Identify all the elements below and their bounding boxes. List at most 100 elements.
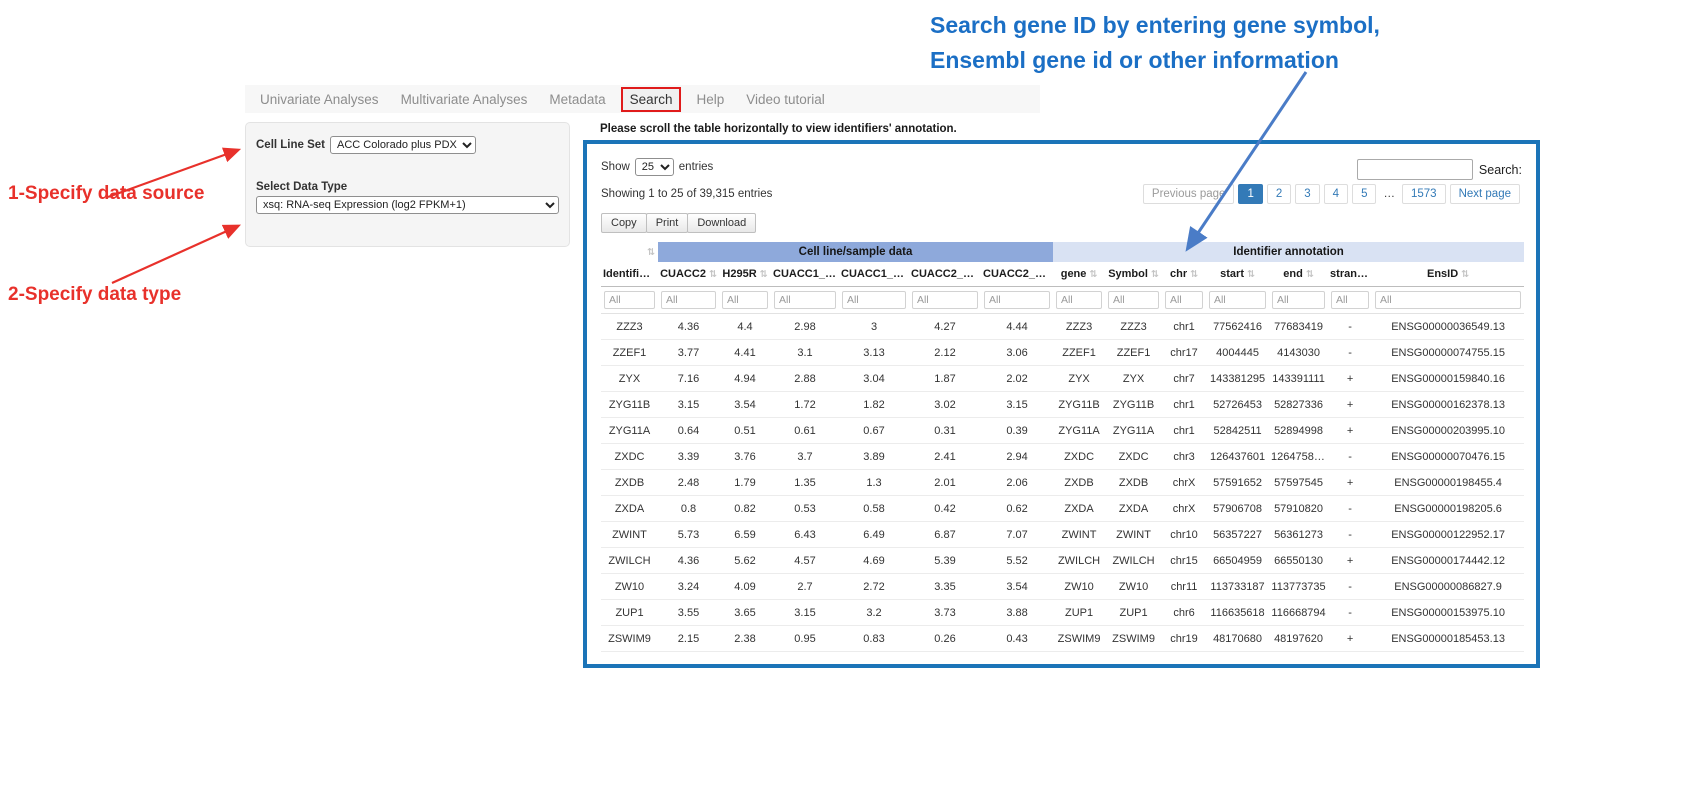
filter-input-identifier[interactable] xyxy=(604,291,655,309)
table-cell: 1.35 xyxy=(771,470,839,496)
nav-item-univariate-analyses[interactable]: Univariate Analyses xyxy=(249,92,390,107)
column-header-chr[interactable]: chr⇅ xyxy=(1162,262,1206,287)
table-row[interactable]: ZZEF13.774.413.13.132.123.06ZZEF1ZZEF1ch… xyxy=(601,340,1524,366)
results-table: ⇅ Cell line/sample data Identifier annot… xyxy=(601,242,1524,652)
nav-item-metadata[interactable]: Metadata xyxy=(538,92,616,107)
table-row[interactable]: ZUP13.553.653.153.23.733.88ZUP1ZUP1chr61… xyxy=(601,600,1524,626)
table-cell: 3.89 xyxy=(839,444,909,470)
table-row[interactable]: ZXDA0.80.820.530.580.420.62ZXDAZXDAchrX5… xyxy=(601,496,1524,522)
table-cell: 1.3 xyxy=(839,470,909,496)
page-length-select[interactable]: 25 xyxy=(635,158,674,176)
print-button[interactable]: Print xyxy=(646,213,689,233)
filter-input-chr[interactable] xyxy=(1165,291,1203,309)
column-header-symbol[interactable]: Symbol⇅ xyxy=(1105,262,1162,287)
table-cell: 5.62 xyxy=(719,548,771,574)
table-cell: 113773735 xyxy=(1269,574,1328,600)
table-cell: + xyxy=(1328,392,1372,418)
table-row[interactable]: ZW103.244.092.72.723.353.54ZW10ZW10chr11… xyxy=(601,574,1524,600)
table-cell: 66550130 xyxy=(1269,548,1328,574)
table-cell: 3.77 xyxy=(658,340,719,366)
corner-sort-cell[interactable]: ⇅ xyxy=(601,242,658,262)
table-cell: + xyxy=(1328,626,1372,652)
table-cell: 3.73 xyxy=(909,600,981,626)
table-cell: chr7 xyxy=(1162,366,1206,392)
pagination-page-4[interactable]: 4 xyxy=(1324,184,1348,204)
column-header-end[interactable]: end⇅ xyxy=(1269,262,1328,287)
filter-input-cuacc2[interactable] xyxy=(661,291,716,309)
nav-item-help[interactable]: Help xyxy=(685,92,735,107)
data-type-select[interactable]: xsq: RNA-seq Expression (log2 FPKM+1) xyxy=(256,196,559,214)
table-row[interactable]: ZSWIM92.152.380.950.830.260.43ZSWIM9ZSWI… xyxy=(601,626,1524,652)
table-search-input[interactable] xyxy=(1357,159,1473,180)
filter-input-h295r[interactable] xyxy=(722,291,768,309)
table-cell: 56357227 xyxy=(1206,522,1269,548)
table-cell: 0.83 xyxy=(839,626,909,652)
group-header-sample: Cell line/sample data xyxy=(658,242,1053,262)
table-row[interactable]: ZXDC3.393.763.73.892.412.94ZXDCZXDCchr31… xyxy=(601,444,1524,470)
table-cell: 143381295 xyxy=(1206,366,1269,392)
filter-input-symbol[interactable] xyxy=(1108,291,1159,309)
column-header-cuacc1-f2[interactable]: CUACC1_F2⇅ xyxy=(839,262,909,287)
download-button[interactable]: Download xyxy=(687,213,756,233)
column-header-gene[interactable]: gene⇅ xyxy=(1053,262,1105,287)
column-header-start[interactable]: start⇅ xyxy=(1206,262,1269,287)
column-header-ensid[interactable]: EnsID⇅ xyxy=(1372,262,1524,287)
column-header-strand[interactable]: strand⇅ xyxy=(1328,262,1372,287)
table-cell: ZYG11A xyxy=(1105,418,1162,444)
pagination-page-3[interactable]: 3 xyxy=(1295,184,1319,204)
table-row[interactable]: ZWINT5.736.596.436.496.877.07ZWINTZWINTc… xyxy=(601,522,1524,548)
table-cell: ZXDB xyxy=(1053,470,1105,496)
table-cell: ZXDA xyxy=(1105,496,1162,522)
table-row[interactable]: ZYG11A0.640.510.610.670.310.39ZYG11AZYG1… xyxy=(601,418,1524,444)
table-row[interactable]: ZZZ34.364.42.9834.274.44ZZZ3ZZZ3chr17756… xyxy=(601,314,1524,340)
table-cell: 4.36 xyxy=(658,314,719,340)
nav-item-search[interactable]: Search xyxy=(621,87,682,112)
pagination-page-2[interactable]: 2 xyxy=(1267,184,1291,204)
table-cell: chr19 xyxy=(1162,626,1206,652)
column-header-cuacc2-f1[interactable]: CUACC2_F1⇅ xyxy=(909,262,981,287)
table-cell: ZZEF1 xyxy=(1105,340,1162,366)
cell-line-set-select[interactable]: ACC Colorado plus PDX xyxy=(330,136,476,154)
pagination-page-5[interactable]: 5 xyxy=(1352,184,1376,204)
column-header-identifier[interactable]: Identifier⇅ xyxy=(601,262,658,287)
table-row[interactable]: ZYX7.164.942.883.041.872.02ZYXZYXchr7143… xyxy=(601,366,1524,392)
nav-item-video-tutorial[interactable]: Video tutorial xyxy=(735,92,836,107)
pagination-next[interactable]: Next page xyxy=(1450,184,1520,204)
filter-input-cuacc2-f2[interactable] xyxy=(984,291,1050,309)
filter-input-strand[interactable] xyxy=(1331,291,1369,309)
table-cell: 126475891 xyxy=(1269,444,1328,470)
table-cell: chr1 xyxy=(1162,418,1206,444)
column-label: CUACC2 xyxy=(660,268,706,280)
filter-input-gene[interactable] xyxy=(1056,291,1102,309)
column-header-cuacc2[interactable]: CUACC2⇅ xyxy=(658,262,719,287)
filter-input-start[interactable] xyxy=(1209,291,1266,309)
filter-input-ensid[interactable] xyxy=(1375,291,1521,309)
table-cell: chrX xyxy=(1162,496,1206,522)
filter-input-cuacc1-f2[interactable] xyxy=(842,291,906,309)
copy-button[interactable]: Copy xyxy=(601,213,647,233)
table-row[interactable]: ZXDB2.481.791.351.32.012.06ZXDBZXDBchrX5… xyxy=(601,470,1524,496)
table-cell: 0.82 xyxy=(719,496,771,522)
table-cell: ZXDB xyxy=(1105,470,1162,496)
pagination-page-1[interactable]: 1 xyxy=(1238,184,1262,204)
table-cell: 143391111 xyxy=(1269,366,1328,392)
filter-input-cuacc2-f1[interactable] xyxy=(912,291,978,309)
pagination-previous[interactable]: Previous page xyxy=(1143,184,1235,204)
nav-item-multivariate-analyses[interactable]: Multivariate Analyses xyxy=(390,92,539,107)
table-cell: 2.98 xyxy=(771,314,839,340)
column-header-cuacc2-f2[interactable]: CUACC2_F2⇅ xyxy=(981,262,1053,287)
table-cell: 0.26 xyxy=(909,626,981,652)
column-header-h295r[interactable]: H295R⇅ xyxy=(719,262,771,287)
table-cell: 4.4 xyxy=(719,314,771,340)
table-cell: 6.59 xyxy=(719,522,771,548)
table-cell: 1.79 xyxy=(719,470,771,496)
filter-input-cuacc1-f1[interactable] xyxy=(774,291,836,309)
table-row[interactable]: ZYG11B3.153.541.721.823.023.15ZYG11BZYG1… xyxy=(601,392,1524,418)
table-cell: chr1 xyxy=(1162,392,1206,418)
table-cell: 0.39 xyxy=(981,418,1053,444)
column-header-cuacc1-f1[interactable]: CUACC1_F1⇅ xyxy=(771,262,839,287)
table-row[interactable]: ZWILCH4.365.624.574.695.395.52ZWILCHZWIL… xyxy=(601,548,1524,574)
pagination-page-1573[interactable]: 1573 xyxy=(1402,184,1446,204)
filter-input-end[interactable] xyxy=(1272,291,1325,309)
red-arrow-step2 xyxy=(112,226,238,283)
